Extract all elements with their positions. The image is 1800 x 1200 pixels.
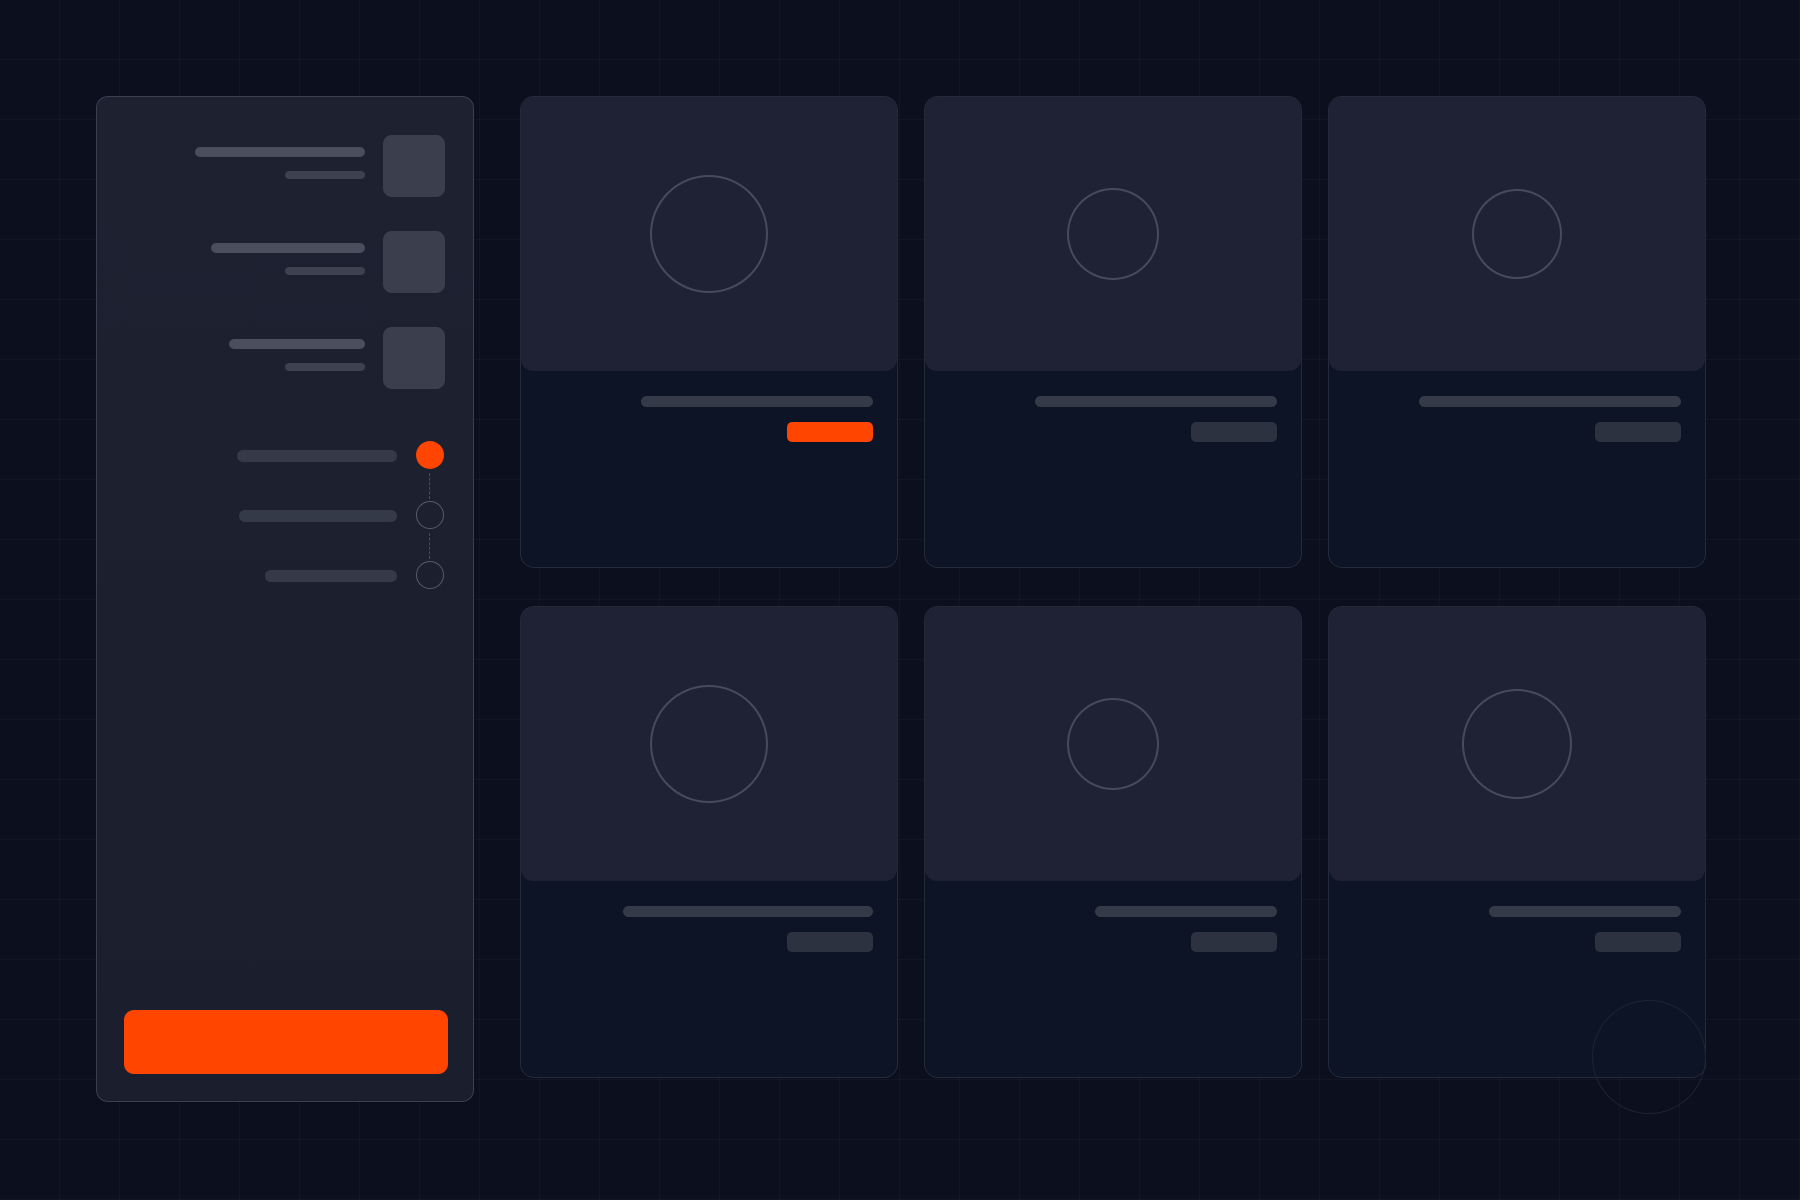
product-card[interactable] (520, 96, 898, 568)
step-item-1[interactable] (145, 441, 445, 471)
profile-name-placeholder (229, 339, 365, 349)
card-title-placeholder (1419, 396, 1681, 407)
profile-item[interactable] (145, 327, 445, 389)
price-pill-button[interactable] (1595, 422, 1681, 442)
image-placeholder-icon (383, 135, 445, 197)
card-title-placeholder (1489, 906, 1681, 917)
product-card[interactable] (924, 96, 1302, 568)
product-card[interactable] (520, 606, 898, 1078)
image-placeholder-icon (383, 327, 445, 389)
step-item-2[interactable] (145, 501, 445, 531)
primary-action-button[interactable] (124, 1010, 448, 1074)
app-canvas (0, 0, 1800, 1200)
profile-meta-placeholder (285, 363, 365, 371)
step-indicator-icon (416, 561, 444, 589)
card-image (925, 607, 1301, 881)
card-image (925, 97, 1301, 371)
card-image (521, 97, 897, 371)
profile-name-placeholder (211, 243, 365, 253)
price-pill-button[interactable] (1191, 932, 1277, 952)
card-title-placeholder (1035, 396, 1277, 407)
image-placeholder-icon (383, 231, 445, 293)
step-item-3[interactable] (145, 561, 445, 591)
step-label-placeholder (265, 570, 397, 582)
circle-placeholder-icon (650, 175, 768, 293)
circle-placeholder-icon (1472, 189, 1562, 279)
product-card[interactable] (924, 606, 1302, 1078)
circle-placeholder-icon (650, 685, 768, 803)
product-card[interactable] (1328, 96, 1706, 568)
card-image (1329, 607, 1705, 881)
circle-placeholder-icon (1067, 188, 1159, 280)
profile-meta-placeholder (285, 267, 365, 275)
profile-item[interactable] (145, 135, 445, 197)
step-connector (429, 473, 430, 499)
profile-name-placeholder (195, 147, 365, 157)
circle-placeholder-icon (1067, 698, 1159, 790)
profile-meta-placeholder (285, 171, 365, 179)
step-label-placeholder (237, 450, 397, 462)
price-pill-button[interactable] (787, 422, 873, 442)
card-title-placeholder (623, 906, 873, 917)
card-image (521, 607, 897, 881)
step-label-placeholder (239, 510, 397, 522)
price-pill-button[interactable] (787, 932, 873, 952)
decorative-ring-icon (1592, 1000, 1706, 1114)
card-title-placeholder (641, 396, 873, 407)
card-image (1329, 97, 1705, 371)
price-pill-button[interactable] (1191, 422, 1277, 442)
sidebar-panel (96, 96, 474, 1102)
step-connector (429, 533, 430, 559)
profile-item[interactable] (145, 231, 445, 293)
step-indicator-active-icon (416, 441, 444, 469)
circle-placeholder-icon (1462, 689, 1572, 799)
step-indicator-icon (416, 501, 444, 529)
card-title-placeholder (1095, 906, 1277, 917)
price-pill-button[interactable] (1595, 932, 1681, 952)
